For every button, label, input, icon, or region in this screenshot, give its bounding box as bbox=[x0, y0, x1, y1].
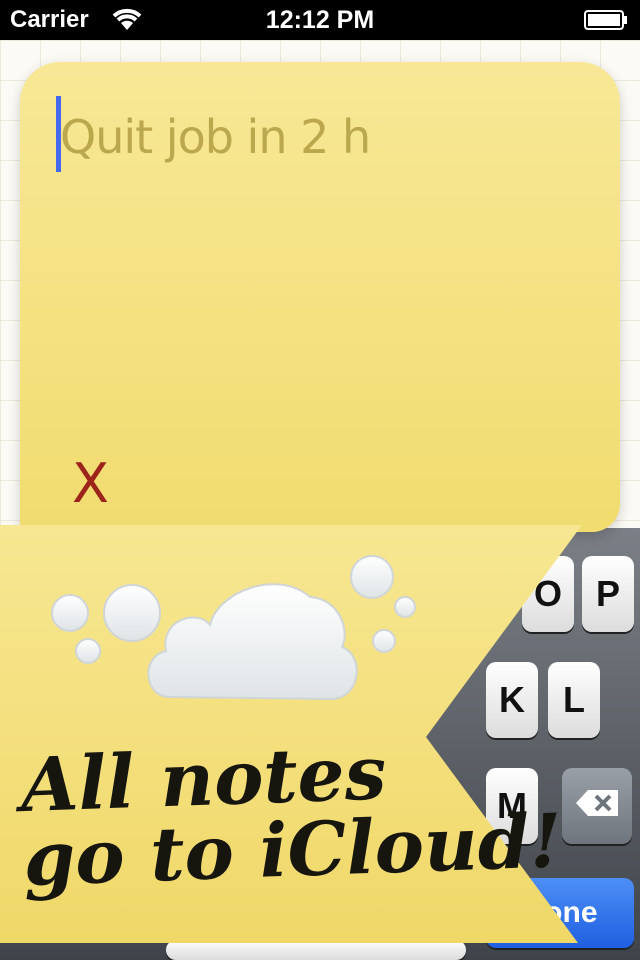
close-note-button[interactable]: X bbox=[72, 452, 109, 515]
clock-time: 12:12 PM bbox=[265, 6, 375, 34]
promo-headline: All notes go to iCloud! bbox=[19, 730, 564, 904]
sticky-note[interactable]: Quit job in 2 h X bbox=[20, 62, 620, 532]
promo-line-2: go to iCloud! bbox=[21, 798, 564, 904]
battery-icon bbox=[584, 10, 628, 30]
cloud-icon bbox=[48, 539, 428, 739]
note-text-input[interactable]: Quit job in 2 h bbox=[60, 110, 371, 164]
status-bar: Carrier 12:12 PM bbox=[0, 0, 640, 40]
